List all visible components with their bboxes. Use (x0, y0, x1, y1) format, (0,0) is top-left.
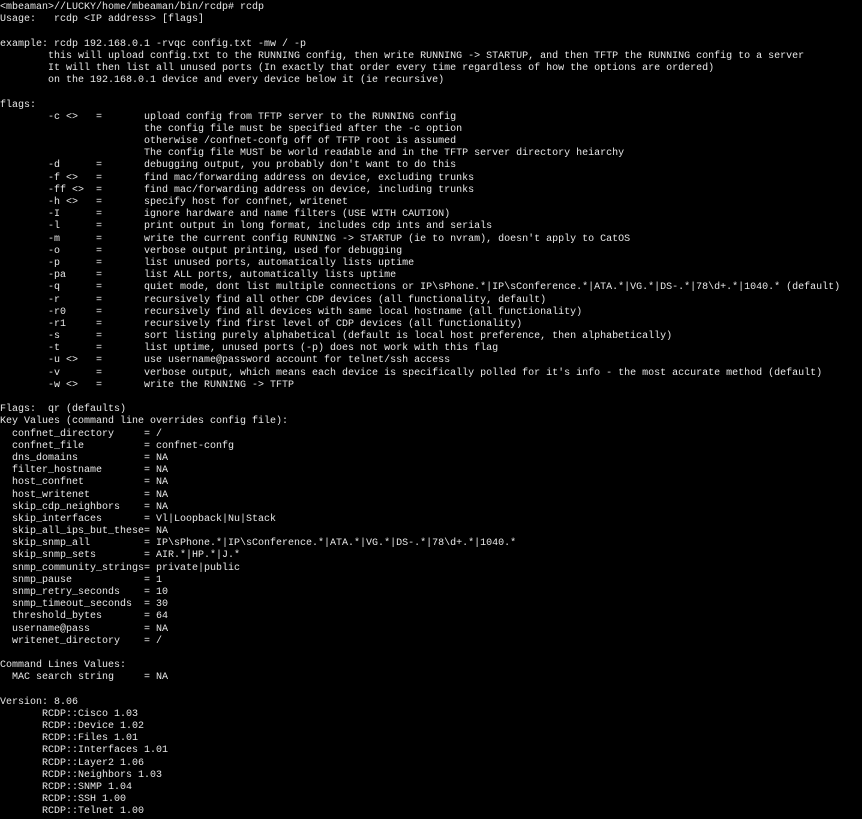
terminal-line: <mbeaman>//LUCKY/home/mbeaman/bin/rcdp# … (0, 2, 265, 13)
terminal-line: -pa = list ALL ports, automatically list… (0, 270, 397, 282)
terminal-line: -t = list uptime, unused ports (-p) does… (0, 343, 499, 355)
terminal-line: -q = quiet mode, dont list multiple conn… (0, 282, 841, 294)
terminal-line: this will upload config.txt to the RUNNI… (0, 50, 805, 62)
terminal-line: -f <> = find mac/forwarding address on d… (0, 172, 475, 184)
terminal-line: snmp_community_strings= private|public (0, 562, 241, 574)
terminal-line: host_confnet = NA (0, 477, 169, 489)
terminal-line: confnet_file = confnet-confg (0, 440, 235, 452)
terminal-line: RCDP::Layer2 1.06 (0, 757, 145, 769)
terminal-line: dns_domains = NA (0, 452, 169, 464)
terminal-line: -ff <> = find mac/forwarding address on … (0, 184, 475, 196)
terminal-line: username@pass = NA (0, 623, 169, 635)
terminal-line: The config file MUST be world readable a… (0, 148, 625, 160)
terminal-line: Flags: qr (defaults) (0, 404, 127, 416)
terminal-line: -w <> = write the RUNNING -> TFTP (0, 379, 295, 391)
terminal-line: -d = debugging output, you probably don'… (0, 160, 457, 172)
terminal-line: -h <> = specify host for confnet, writen… (0, 197, 349, 208)
terminal-line: Key Values (command line overrides confi… (0, 416, 289, 428)
terminal-line: skip_cdp_neighbors = NA (0, 501, 169, 513)
terminal-line: -r = recursively find all other CDP devi… (0, 294, 547, 306)
terminal-line: snmp_retry_seconds = 10 (0, 587, 169, 598)
terminal-line: -p = list unused ports, automatically li… (0, 257, 415, 269)
terminal-line: It will then list all unused ports (In e… (0, 62, 715, 74)
terminal-line: Version: 8.06 (0, 696, 79, 708)
terminal-line: filter_hostname = NA (0, 465, 169, 477)
terminal-line: the config file must be specified after … (0, 123, 463, 135)
terminal-line: snmp_pause = 1 (0, 574, 163, 586)
terminal-line: MAC search string = NA (0, 672, 169, 684)
terminal-line: RCDP::Telnet 1.00 (0, 806, 145, 818)
terminal-line: confnet_directory = / (0, 428, 163, 440)
terminal-line: writenet_directory = / (0, 635, 163, 647)
terminal-line: -r0 = recursively find all devices with … (0, 306, 583, 318)
terminal-line: RCDP::Interfaces 1.01 (0, 745, 169, 757)
terminal-line: otherwise /confnet-confg off of TFTP roo… (0, 136, 457, 148)
terminal-line: -s = sort listing purely alphabetical (d… (0, 331, 673, 343)
terminal-line: RCDP::Neighbors 1.03 (0, 769, 163, 781)
terminal-line: example: rcdp 192.168.0.1 -rvqc config.t… (0, 38, 307, 50)
terminal-line: on the 192.168.0.1 device and every devi… (0, 75, 445, 87)
terminal-line: -u <> = use username@password account fo… (0, 355, 451, 367)
terminal-line: RCDP::Device 1.02 (0, 721, 145, 733)
terminal-line: skip_snmp_all = IP\sPhone.*|IP\sConferen… (0, 538, 517, 550)
terminal-line: flags: (0, 99, 37, 111)
terminal-line: -r1 = recursively find first level of CD… (0, 318, 523, 330)
terminal-line: -I = ignore hardware and name filters (U… (0, 209, 451, 221)
terminal-line: Command Lines Values: (0, 660, 127, 672)
terminal-line: -v = verbose output, which means each de… (0, 367, 823, 379)
terminal-line: -l = print output in long format, includ… (0, 221, 493, 233)
terminal-line: RCDP::Files 1.01 (0, 733, 139, 745)
terminal-line: -m = write the current config RUNNING ->… (0, 233, 631, 245)
terminal-line: RCDP::SNMP 1.04 (0, 782, 133, 793)
terminal-line: skip_interfaces = Vl|Loopback|Nu|Stack (0, 513, 277, 525)
terminal-line: RCDP::SSH 1.00 (0, 794, 127, 806)
terminal-line: -o = verbose output printing, used for d… (0, 245, 403, 257)
terminal-line: threshold_bytes = 64 (0, 611, 169, 623)
terminal-line: snmp_timeout_seconds = 30 (0, 599, 169, 611)
terminal-line: -c <> = upload config from TFTP server t… (0, 111, 457, 123)
terminal-line: RCDP::Cisco 1.03 (0, 708, 139, 720)
terminal-line: Usage: rcdp <IP address> [flags] (0, 14, 205, 26)
terminal-line: host_writenet = NA (0, 489, 169, 501)
terminal-line: skip_all_ips_but_these= NA (0, 526, 169, 538)
terminal-output[interactable]: <mbeaman>//LUCKY/home/mbeaman/bin/rcdp# … (0, 2, 862, 819)
terminal-line: skip_snmp_sets = AIR.*|HP.*|J.* (0, 550, 241, 562)
